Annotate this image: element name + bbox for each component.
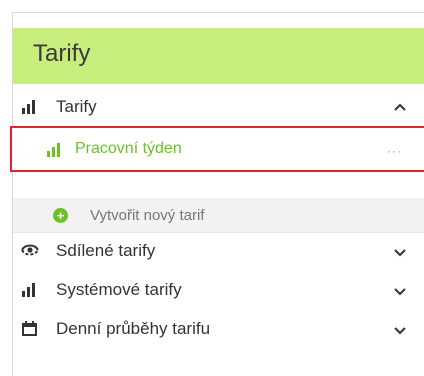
calendar-icon: [22, 321, 37, 341]
tree-group-denni-prubehy-tarifu[interactable]: Denní průběhy tarifu: [13, 314, 424, 344]
divider: [13, 232, 424, 233]
chevron-down-icon[interactable]: [394, 288, 406, 296]
tree-group-label: Systémové tarify: [56, 280, 182, 299]
panel-title: Tarify: [33, 40, 91, 67]
tree-item-label: Pracovní týden: [75, 140, 182, 157]
tariffs-panel: Tarify Tarify Pracovní týden ··· + Vytvo…: [10, 12, 424, 376]
tree-group-label: Sdílené tarify: [56, 241, 156, 260]
eye-icon: [21, 243, 39, 262]
more-options-icon[interactable]: ···: [387, 145, 402, 157]
bar-chart-icon: [47, 143, 61, 157]
bar-chart-icon: [22, 100, 36, 114]
tree-item-pracovni-tyden[interactable]: Pracovní týden ···: [10, 126, 424, 172]
tree-group-label: Denní průběhy tarifu: [56, 319, 211, 338]
chevron-down-icon[interactable]: [394, 249, 406, 257]
chevron-up-icon[interactable]: [394, 103, 406, 111]
bar-chart-icon: [22, 283, 36, 297]
create-tariff-button[interactable]: + Vytvořit nový tarif: [13, 198, 424, 232]
tree-group-tarify[interactable]: Tarify: [13, 93, 424, 123]
chevron-down-icon[interactable]: [394, 327, 406, 335]
panel-header: Tarify: [13, 28, 424, 84]
tree-group-sdilene-tarify[interactable]: Sdílené tarify: [13, 236, 424, 266]
tree-group-systemove-tarify[interactable]: Systémové tarify: [13, 275, 424, 305]
create-tariff-label: Vytvořit nový tarif: [90, 207, 205, 224]
tree-group-label: Tarify: [56, 97, 97, 116]
plus-circle-icon: +: [53, 208, 68, 223]
